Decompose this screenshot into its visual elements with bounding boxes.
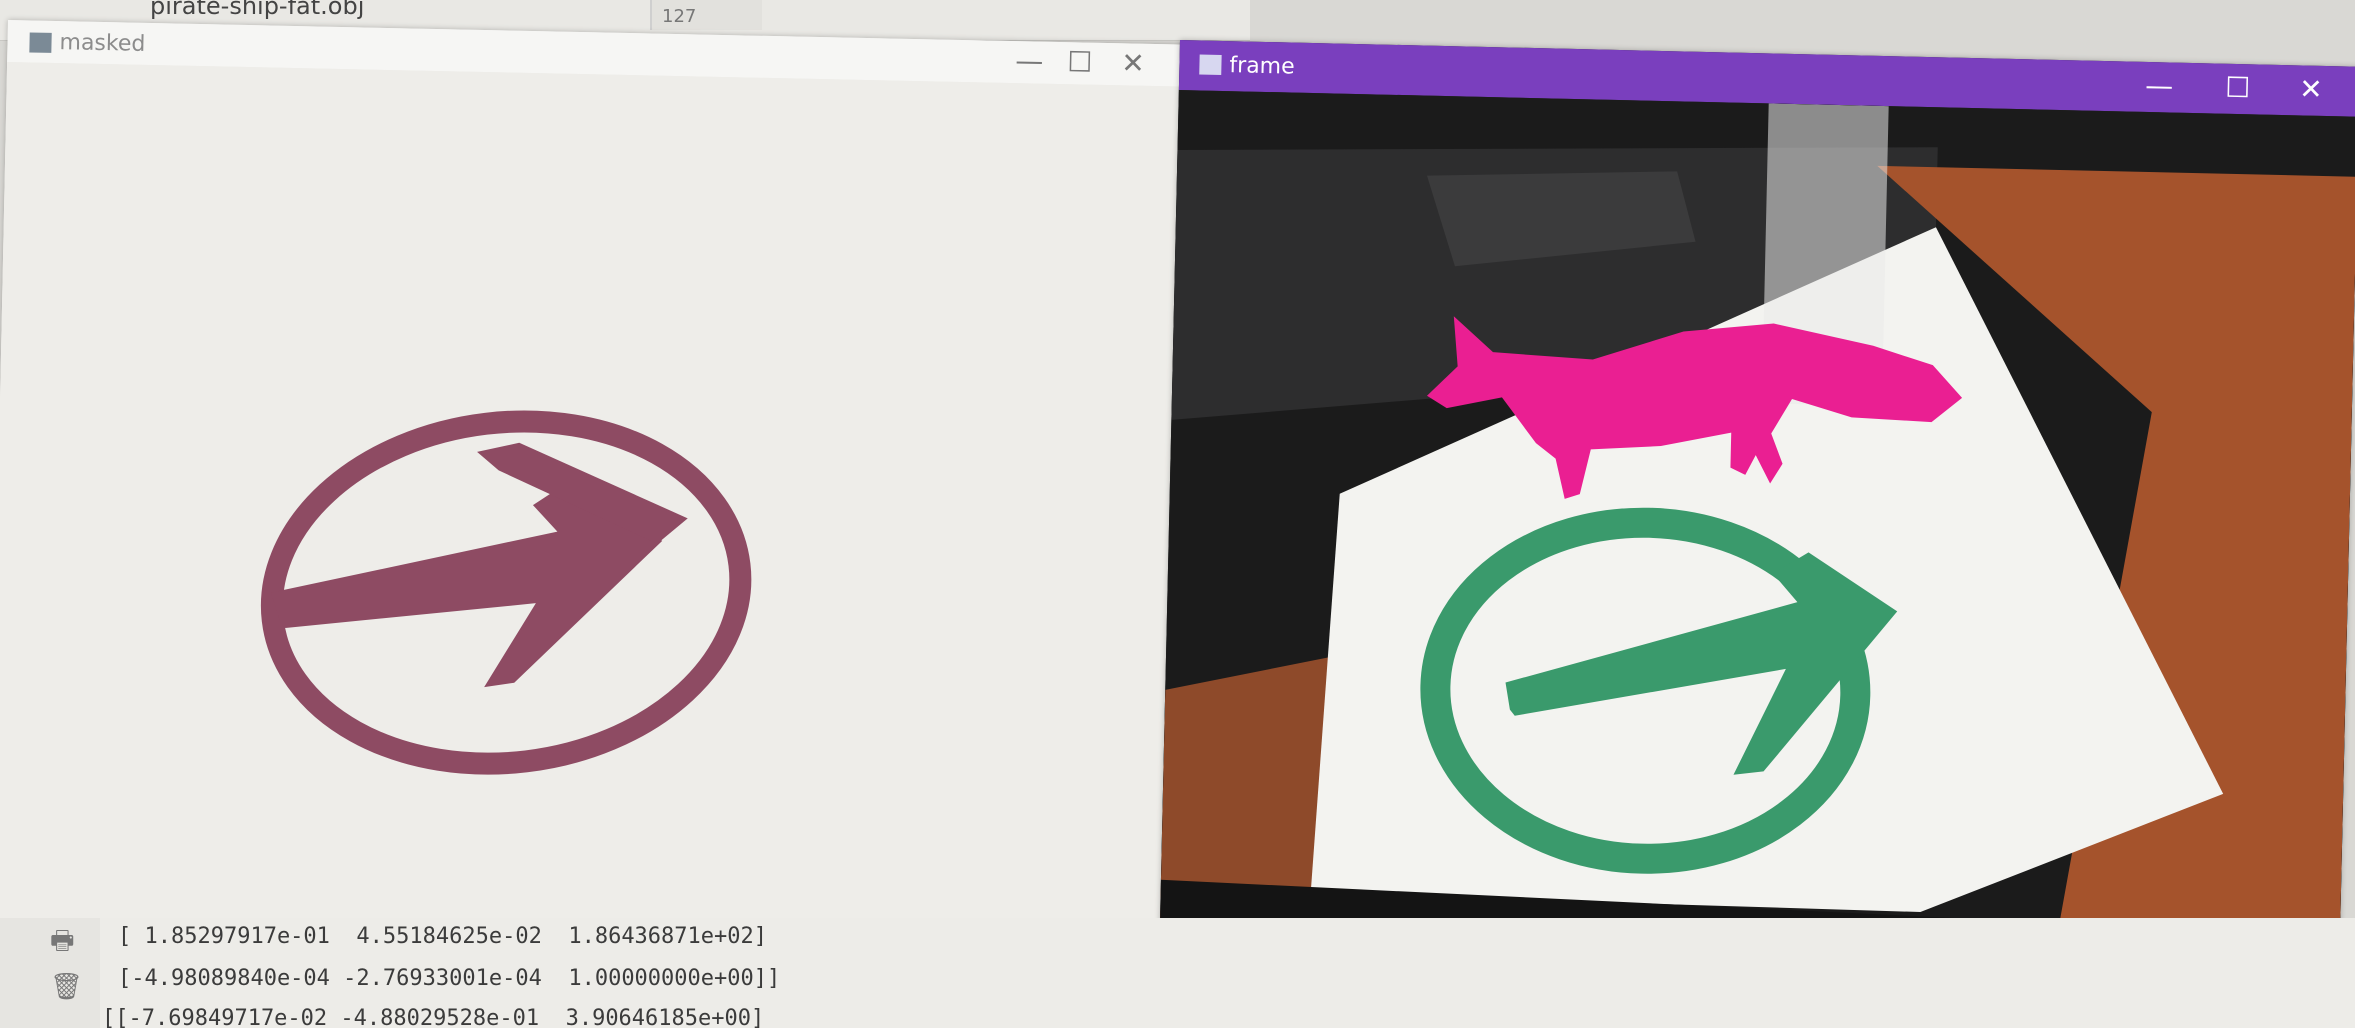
print-icon[interactable]: 🖶 (50, 922, 75, 966)
masked-image-canvas (0, 61, 1185, 997)
screen: pirate-ship-fat.obj 127 masked — ☐ ✕ fra… (0, 0, 2355, 1028)
masked-image (0, 61, 1185, 997)
close-icon[interactable]: ✕ (1121, 46, 1145, 79)
camera-frame (1157, 89, 2355, 1028)
console-panel: 🖶 🗑 [ 1.85297917e-01 4.55184625e-02 1.86… (0, 918, 2355, 1028)
minimize-icon[interactable]: — (2145, 69, 2174, 103)
maximize-icon[interactable]: ☐ (2225, 71, 2251, 105)
window-title: frame (1229, 53, 1295, 80)
window-title: masked (59, 30, 146, 57)
console-line: [ 1.85297917e-01 4.55184625e-02 1.864368… (118, 924, 768, 949)
window-frame[interactable]: frame — ☐ ✕ (1157, 40, 2355, 1028)
close-icon[interactable]: ✕ (2299, 72, 2323, 106)
window-masked[interactable]: masked — ☐ ✕ (0, 20, 1186, 997)
file-size: 127 (662, 6, 697, 27)
window-icon (29, 32, 52, 53)
file-name[interactable]: pirate-ship-fat.obj (150, 0, 364, 20)
console-line: [-4.98089840e-04 -2.76933001e-04 1.00000… (118, 966, 781, 991)
minimize-icon[interactable]: — (1015, 44, 1044, 78)
console-line: [[-7.69849717e-02 -4.88029528e-01 3.9064… (102, 1006, 765, 1028)
maximize-icon[interactable]: ☐ (1067, 45, 1093, 79)
window-icon (1199, 54, 1222, 75)
camera-frame-canvas (1157, 89, 2355, 1028)
trash-icon[interactable]: 🗑 (50, 972, 83, 1002)
